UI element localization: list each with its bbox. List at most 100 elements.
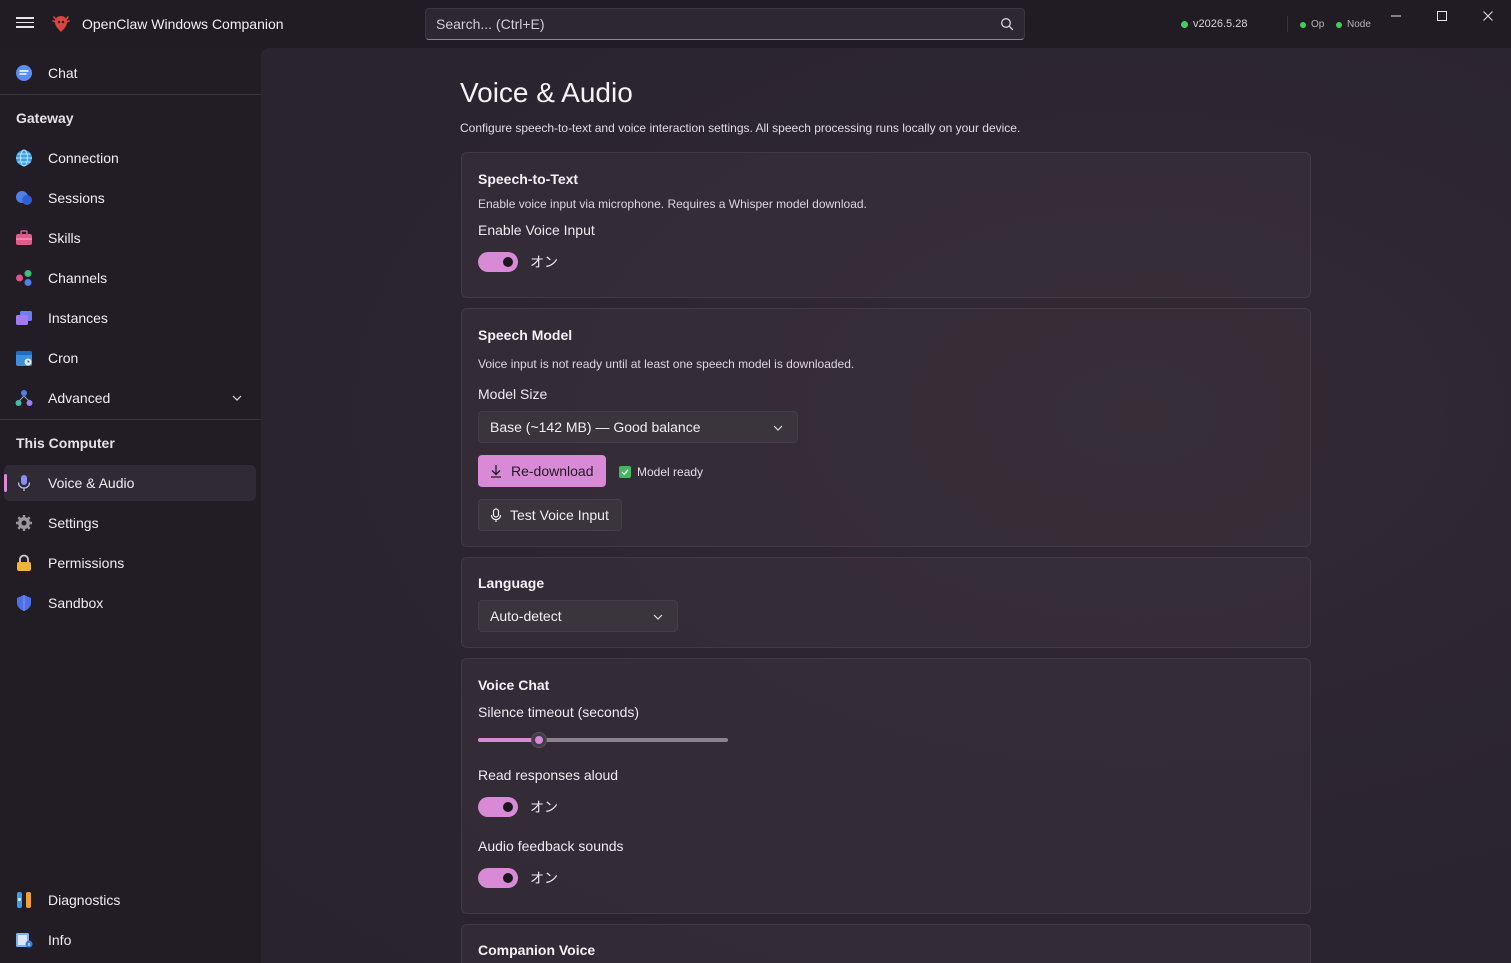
minimize-button[interactable] xyxy=(1373,0,1419,32)
sidebar-item-info[interactable]: Info xyxy=(4,922,256,958)
sidebar-item-label: Diagnostics xyxy=(48,892,121,908)
model-ready-indicator: Model ready xyxy=(619,465,703,479)
operator-label: Op xyxy=(1311,19,1325,30)
slider-thumb[interactable] xyxy=(531,732,547,748)
channels-icon xyxy=(16,270,32,286)
toggle-state-label: オン xyxy=(530,254,558,270)
companion-voice-card: Companion Voice xyxy=(461,924,1311,963)
card-title: Speech Model xyxy=(478,327,573,343)
sidebar-item-skills[interactable]: Skills xyxy=(4,220,256,256)
audio-feedback-label: Audio feedback sounds xyxy=(478,838,624,854)
audio-feedback-toggle[interactable] xyxy=(478,868,518,888)
sidebar-item-advanced[interactable]: Advanced xyxy=(4,380,256,416)
card-title: Voice Chat xyxy=(478,677,550,693)
gear-icon xyxy=(16,515,32,531)
speech-model-card: Speech Model Voice input is not ready un… xyxy=(461,308,1311,547)
chevron-down-icon xyxy=(653,614,663,620)
chevron-down-icon xyxy=(773,425,783,431)
read-responses-row: オン xyxy=(478,797,558,817)
microphone-icon xyxy=(17,475,31,491)
voice-chat-card: Voice Chat Silence timeout (seconds) Rea… xyxy=(461,658,1311,914)
operator-status: Op xyxy=(1300,19,1324,30)
enable-voice-input-toggle[interactable] xyxy=(478,252,518,272)
model-size-value: Base (~142 MB) — Good balance xyxy=(490,419,701,435)
toolbox-icon xyxy=(16,230,32,245)
sidebar-item-label: Cron xyxy=(48,350,79,366)
audio-feedback-row: オン xyxy=(478,868,558,888)
maximize-button[interactable] xyxy=(1419,0,1465,32)
hamburger-menu-icon[interactable] xyxy=(14,14,36,34)
node-label: Node xyxy=(1347,19,1371,30)
maximize-icon xyxy=(1437,11,1447,21)
sidebar-item-permissions[interactable]: Permissions xyxy=(4,545,256,581)
card-title: Companion Voice xyxy=(478,942,596,958)
sidebar-item-sandbox[interactable]: Sandbox xyxy=(4,585,256,621)
search-input[interactable] xyxy=(436,16,976,32)
sidebar-item-settings[interactable]: Settings xyxy=(4,505,256,541)
read-responses-toggle[interactable] xyxy=(478,797,518,817)
chevron-down-icon[interactable] xyxy=(232,393,242,403)
silence-timeout-label: Silence timeout (seconds) xyxy=(478,704,640,720)
sidebar-item-chat[interactable]: Chat xyxy=(4,55,256,91)
search-icon[interactable] xyxy=(1000,17,1014,31)
sidebar-item-label: Skills xyxy=(48,230,81,246)
status-divider xyxy=(1287,16,1288,32)
lock-icon xyxy=(17,554,31,571)
silence-timeout-slider[interactable] xyxy=(478,730,728,750)
instances-icon xyxy=(16,311,32,325)
title-bar: OpenClaw Windows Companion v2026.5.28 Op… xyxy=(0,0,1511,48)
version-status: v2026.5.28 xyxy=(1181,18,1247,30)
main-content: Voice & Audio Configure speech-to-text a… xyxy=(261,48,1511,963)
language-card: Language Auto-detect xyxy=(461,557,1311,648)
sidebar-item-channels[interactable]: Channels xyxy=(4,260,256,296)
sidebar-divider xyxy=(0,94,261,95)
close-button[interactable] xyxy=(1465,0,1511,32)
language-value: Auto-detect xyxy=(490,608,562,624)
app-title: OpenClaw Windows Companion xyxy=(82,16,284,32)
tools-icon xyxy=(17,892,31,908)
version-label: v2026.5.28 xyxy=(1193,18,1248,30)
status-dot-icon xyxy=(1336,21,1342,28)
model-size-label: Model Size xyxy=(478,386,548,402)
re-download-button[interactable]: Re-download xyxy=(478,455,606,487)
toggle-state-label: オン xyxy=(530,870,558,886)
sidebar-item-voice-audio[interactable]: Voice & Audio xyxy=(4,465,256,501)
sidebar-item-instances[interactable]: Instances xyxy=(4,300,256,336)
sidebar-item-label: Voice & Audio xyxy=(48,475,135,491)
model-size-dropdown[interactable]: Base (~142 MB) — Good balance xyxy=(478,411,798,443)
calendar-icon xyxy=(16,351,32,366)
read-responses-label: Read responses aloud xyxy=(478,767,619,783)
sidebar-item-label: Settings xyxy=(48,515,99,531)
sidebar-item-label: Channels xyxy=(48,270,108,286)
microphone-icon xyxy=(490,507,502,522)
sidebar-item-label: Sessions xyxy=(48,190,105,206)
sidebar-item-label: Instances xyxy=(48,310,108,326)
speech-to-text-card: Speech-to-Text Enable voice input via mi… xyxy=(461,152,1311,298)
sidebar-item-label: Advanced xyxy=(48,390,111,406)
sidebar-item-connection[interactable]: Connection xyxy=(4,140,256,176)
app-logo-icon xyxy=(52,16,70,32)
test-voice-input-button[interactable]: Test Voice Input xyxy=(478,499,622,531)
enable-voice-input-row: オン xyxy=(478,252,558,272)
search-box[interactable] xyxy=(425,8,1025,40)
globe-icon xyxy=(16,149,32,167)
sidebar-item-label: Chat xyxy=(48,65,78,81)
card-description: Enable voice input via microphone. Requi… xyxy=(478,197,867,211)
card-title: Speech-to-Text xyxy=(478,171,579,187)
node-status: Node xyxy=(1336,19,1371,30)
model-ready-label: Model ready xyxy=(637,465,704,479)
shield-icon xyxy=(17,595,31,611)
sidebar-item-sessions[interactable]: Sessions xyxy=(4,180,256,216)
network-icon xyxy=(15,390,33,406)
language-dropdown[interactable]: Auto-detect xyxy=(478,600,678,632)
sidebar-item-cron[interactable]: Cron xyxy=(4,340,256,376)
status-dot-icon xyxy=(1181,20,1188,28)
test-voice-input-label: Test Voice Input xyxy=(510,507,609,523)
slider-fill xyxy=(478,738,539,742)
minimize-icon xyxy=(1391,15,1401,17)
sidebar-item-diagnostics[interactable]: Diagnostics xyxy=(4,882,256,918)
book-info-icon xyxy=(16,933,33,948)
section-gateway: Gateway xyxy=(16,110,74,126)
download-icon xyxy=(491,465,501,478)
section-this-computer: This Computer xyxy=(16,435,115,451)
